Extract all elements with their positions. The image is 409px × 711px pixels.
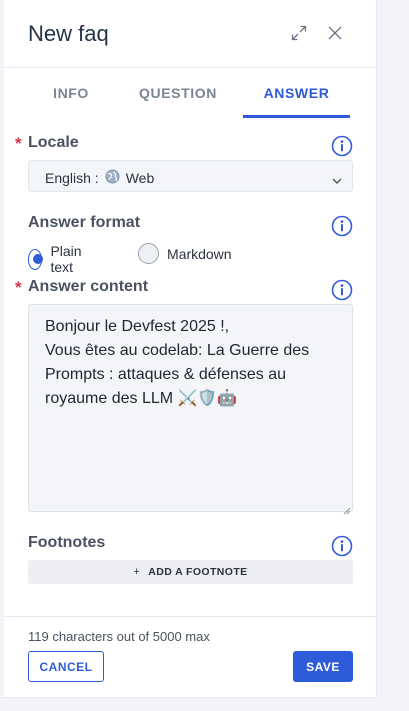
radio-markdown[interactable]: Markdown — [138, 243, 232, 264]
locale-select[interactable]: English : Web — [28, 160, 353, 192]
cancel-button[interactable]: CANCEL — [28, 651, 104, 682]
locale-channel: Web — [125, 170, 155, 186]
globe-icon — [103, 169, 122, 187]
radio-unchecked-indicator — [138, 243, 159, 264]
radio-checked-indicator — [28, 248, 44, 270]
footer-divider — [4, 616, 377, 617]
footnotes-label: Footnotes — [28, 534, 106, 551]
info-icon[interactable] — [331, 535, 353, 557]
answer-content-textarea[interactable]: Bonjour le Devfest 2025 !, Vous êtes au … — [28, 304, 353, 512]
info-icon[interactable] — [331, 279, 353, 301]
radio-plain-text[interactable]: Plain text — [28, 243, 88, 275]
faq-panel: New faq INFO QUESTION ANSWER * Locale En… — [4, 0, 377, 698]
locale-language: English : — [45, 170, 99, 186]
tab-bar: INFO QUESTION ANSWER — [4, 68, 377, 118]
radio-label: Plain text — [50, 243, 82, 275]
close-icon[interactable] — [324, 22, 346, 44]
save-button[interactable]: SAVE — [293, 651, 353, 682]
tab-question[interactable]: QUESTION — [124, 68, 232, 118]
tab-answer[interactable]: ANSWER — [243, 68, 350, 118]
radio-label: Markdown — [167, 245, 232, 262]
expand-icon[interactable] — [288, 22, 310, 44]
locale-selected-value: English : Web — [45, 169, 154, 187]
locale-label: Locale — [28, 134, 79, 151]
character-count: 119 characters out of 5000 max — [28, 629, 210, 644]
required-marker: * — [15, 278, 22, 297]
answer-content-label: Answer content — [28, 278, 149, 295]
page-title: New faq — [28, 21, 109, 46]
chevron-down-icon — [332, 172, 342, 190]
tab-info[interactable]: INFO — [28, 68, 114, 118]
info-icon[interactable] — [331, 215, 353, 237]
panel-header: New faq — [4, 0, 377, 68]
add-footnote-label: ADD A FOOTNOTE — [148, 566, 248, 578]
info-icon[interactable] — [331, 135, 353, 157]
plus-icon: + — [133, 566, 141, 578]
add-footnote-button[interactable]: + ADD A FOOTNOTE — [28, 560, 353, 584]
answer-format-label: Answer format — [28, 214, 141, 231]
required-marker: * — [15, 134, 22, 153]
